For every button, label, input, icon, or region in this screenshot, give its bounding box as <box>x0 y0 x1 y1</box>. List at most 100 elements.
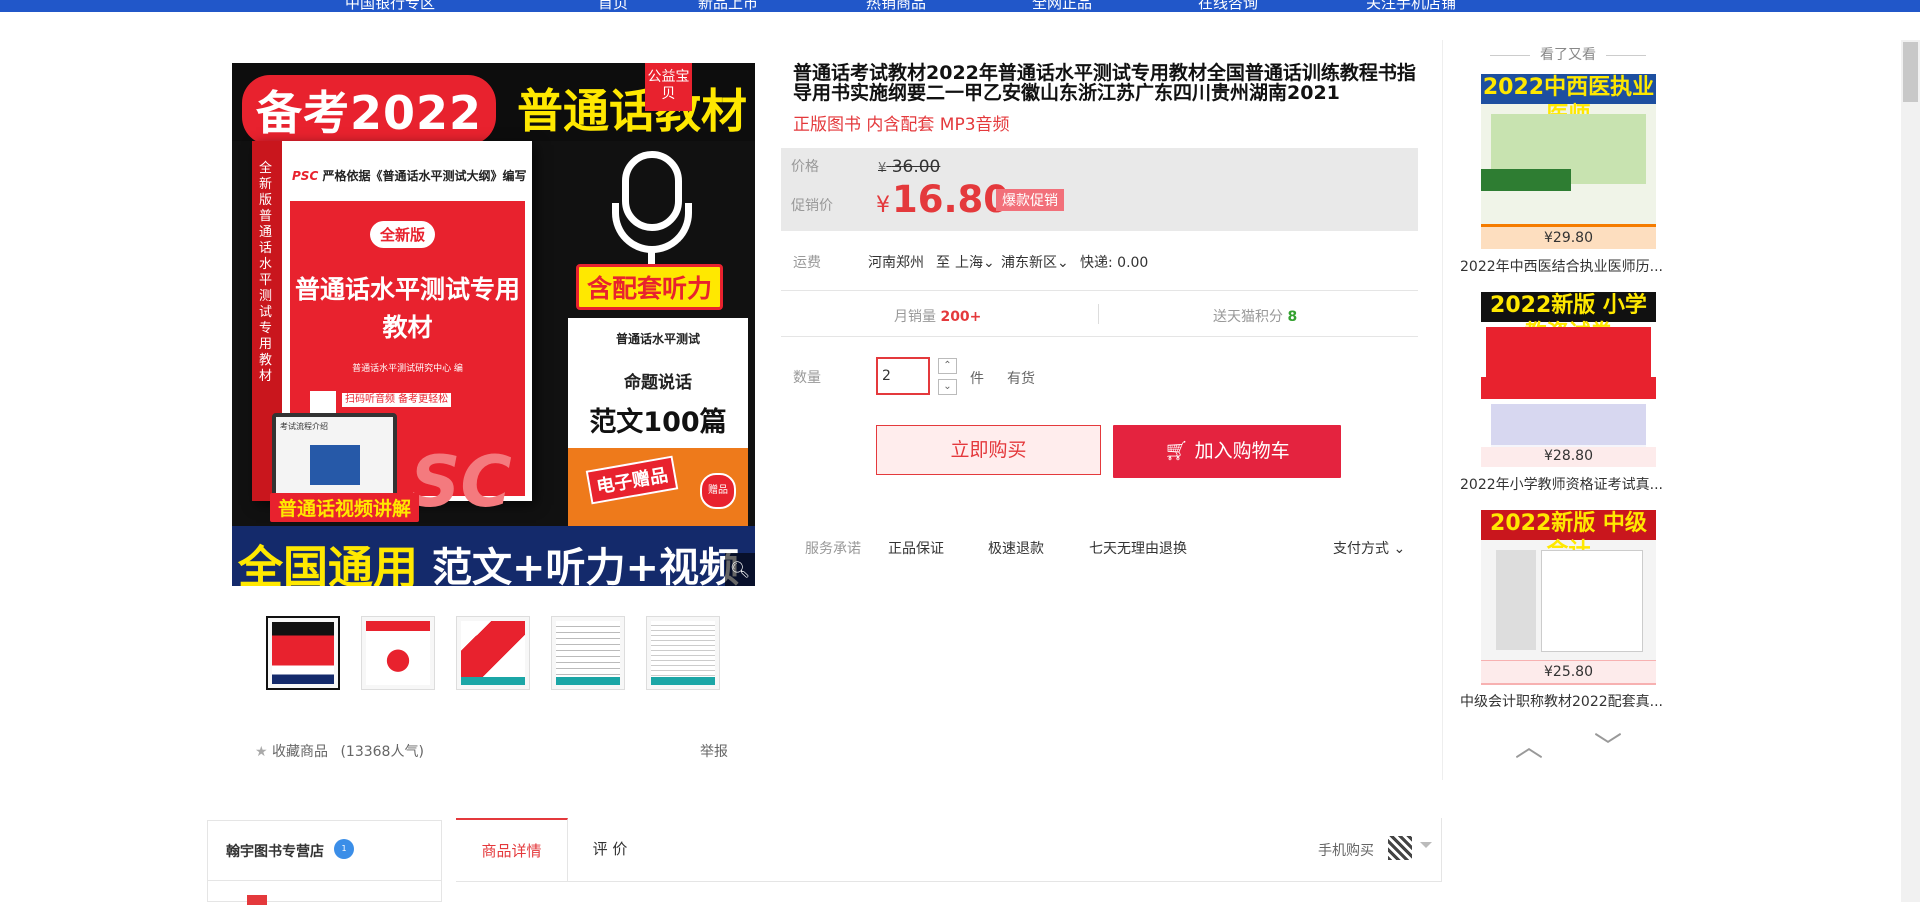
monthly-sales: 月销量 200+ <box>894 306 981 326</box>
favorite-link[interactable]: ★ 收藏商品 (13368人气) <box>255 741 424 761</box>
recommend-image-2[interactable]: 2022新版 小学教资试卷 <box>1481 292 1656 467</box>
chevron-down-icon: ⌄ <box>983 255 995 271</box>
divider <box>781 290 1418 291</box>
laptop-screen <box>310 445 360 485</box>
stock-status: 有货 <box>1007 371 1035 387</box>
tmall-points-value: 8 <box>1287 309 1298 325</box>
page-scrollbar[interactable] <box>1901 40 1920 902</box>
quantity-increase-button[interactable]: ⌃ <box>938 358 957 374</box>
recommend-image-1[interactable]: 2022中西医执业医师 <box>1481 74 1656 249</box>
second-book-line2: 命题说话 <box>624 373 692 393</box>
charity-badge: 公益宝贝 <box>645 63 692 111</box>
laptop-text: 考试流程介绍 <box>280 422 328 431</box>
scrollbar-thumb[interactable] <box>1903 42 1918 102</box>
nav-item[interactable]: 在线咨询 <box>1198 0 1258 12</box>
recommend-price-1: ¥29.80 <box>1481 227 1656 249</box>
banner-pill: 备考2022 <box>242 75 497 145</box>
cart-icon: 🛒︎ <box>1164 440 1189 462</box>
top-nav: 中国银行专区 首页 新品上市 热销商品 全网正品 在线咨询 关注手机店铺 <box>0 0 1920 12</box>
recommend-name-1[interactable]: 2022年中西医结合执业医师历... <box>1460 256 1680 276</box>
star-icon: ★ <box>255 744 268 760</box>
promo-badge: 爆款促销 <box>996 189 1064 211</box>
banner-title: 普通话教材 <box>517 84 747 138</box>
book-title: 普通话水平测试专用教材 <box>294 275 520 342</box>
qr-code-icon[interactable] <box>1388 836 1412 860</box>
divider <box>207 880 442 881</box>
divider <box>781 336 1418 337</box>
service-item[interactable]: 极速退款 <box>988 538 1044 558</box>
currency-symbol: ¥ <box>878 161 887 176</box>
microphone-arc <box>612 203 692 253</box>
quantity-label: 数量 <box>793 370 821 386</box>
book-header-text: 严格依据《普通话水平测试大纲》编写 <box>322 169 527 183</box>
book-header: PSC 严格依据《普通话水平测试大纲》编写 <box>292 167 526 184</box>
add-to-cart-label: 加入购物车 <box>1194 440 1290 462</box>
thumbnail-4[interactable] <box>551 616 625 690</box>
nav-item[interactable]: 首页 <box>598 0 628 12</box>
quantity-input[interactable]: 2 <box>876 357 930 395</box>
thumbnail-3[interactable] <box>456 616 530 690</box>
original-price-value: 36.00 <box>891 157 941 177</box>
thumbnail-5[interactable] <box>646 616 720 690</box>
video-tag: 普通话视频讲解 <box>270 493 420 522</box>
monthly-sales-label: 月销量 <box>894 309 936 325</box>
ship-from[interactable]: 河南郑州 <box>868 252 924 272</box>
popularity-count: (13368人气) <box>340 744 424 760</box>
bottom-right-text: 范文+听力+视频 <box>432 545 740 586</box>
recommend-price-2: ¥28.80 <box>1481 445 1656 467</box>
bottom-left-text: 全国通用 <box>238 541 419 586</box>
book-spine-text: 全新版普通话水平测试专用教材 <box>259 161 273 384</box>
book-subtitle: 普通话水平测试研究中心 编 <box>352 364 463 374</box>
second-book-line3: 范文100篇 <box>589 407 727 438</box>
main-product-image[interactable]: 备考2022 普通话教材 全新版普通话水平测试专用教材 PSC 严格依据《普通话… <box>232 63 755 586</box>
service-item[interactable]: 正品保证 <box>888 538 944 558</box>
nav-item[interactable]: 新品上市 <box>698 0 758 12</box>
store-level-badge: 1 <box>334 839 354 859</box>
ship-to-district-select[interactable]: 浦东新区⌄ <box>1001 252 1069 272</box>
pay-method-dropdown[interactable]: 支付方式 ⌄ <box>1333 538 1405 558</box>
ship-to-prefix: 至 <box>936 255 950 271</box>
service-item[interactable]: 七天无理由退换 <box>1089 538 1187 558</box>
audio-tag: 含配套听力 <box>576 264 724 310</box>
gift-circle: 赠品 <box>700 473 736 509</box>
thumbnail-1[interactable] <box>266 616 340 690</box>
second-book-line1: 普通话水平测试 <box>615 332 700 346</box>
chevron-up-icon[interactable]: ︿ <box>1515 725 1543 765</box>
original-price: ¥ 36.00 <box>878 157 940 177</box>
search-icon[interactable]: 🔍︎ <box>725 553 755 586</box>
shipping-label: 运费 <box>793 255 821 271</box>
favorite-label: 收藏商品 <box>272 744 329 760</box>
nav-item[interactable]: 热销商品 <box>866 0 926 12</box>
pay-method-label: 支付方式 <box>1333 541 1389 557</box>
report-link[interactable]: 举报 <box>700 741 728 761</box>
chevron-down-icon: ⌄ <box>1393 541 1406 557</box>
mobile-buy[interactable]: 手机购买 <box>1318 840 1374 860</box>
nav-item[interactable]: 中国银行专区 <box>345 0 435 12</box>
laptop-illustration: 考试流程介绍 <box>272 413 397 503</box>
recommend-image-3[interactable]: 2022新版 中级会计 <box>1481 510 1656 685</box>
book-version: 全新版 <box>370 221 436 248</box>
chevron-down-icon[interactable]: ﹀ <box>1594 725 1622 765</box>
promo-price-value: 16.80 <box>892 178 1010 221</box>
product-title: 普通话考试教材2022年普通话水平测试专用教材全国普通话训练教程书指导用书实施纲… <box>793 62 1416 104</box>
buy-now-button[interactable]: 立即购买 <box>876 425 1101 475</box>
tab-reviews[interactable]: 评 价 <box>580 818 640 881</box>
ship-to-city: 上海 <box>955 255 983 271</box>
recommend-name-2[interactable]: 2022年小学教师资格证考试真... <box>1460 474 1680 494</box>
caret-down-icon[interactable] <box>1420 842 1432 848</box>
add-to-cart-button[interactable]: 🛒︎ 加入购物车 <box>1113 425 1341 478</box>
store-rating-icon <box>247 895 267 905</box>
nav-item[interactable]: 全网正品 <box>1032 0 1092 12</box>
tab-product-detail[interactable]: 商品详情 <box>456 818 568 881</box>
store-name[interactable]: 翰宇图书专营店 <box>226 841 324 861</box>
thumbnail-2[interactable] <box>361 616 435 690</box>
ship-to-district: 浦东新区 <box>1001 255 1057 271</box>
nav-item[interactable]: 关注手机店铺 <box>1366 0 1456 12</box>
chevron-down-icon: ⌄ <box>1057 255 1069 271</box>
quantity-decrease-button[interactable]: ⌄ <box>938 379 957 395</box>
ship-to-city-select[interactable]: 上海⌄ <box>955 252 995 272</box>
recommend-name-3[interactable]: 中级会计职称教材2022配套真... <box>1460 691 1680 711</box>
recommend-price-3: ¥25.80 <box>1481 661 1656 683</box>
currency-symbol: ¥ <box>876 193 890 218</box>
tmall-points: 送天猫积分 8 <box>1213 306 1297 326</box>
